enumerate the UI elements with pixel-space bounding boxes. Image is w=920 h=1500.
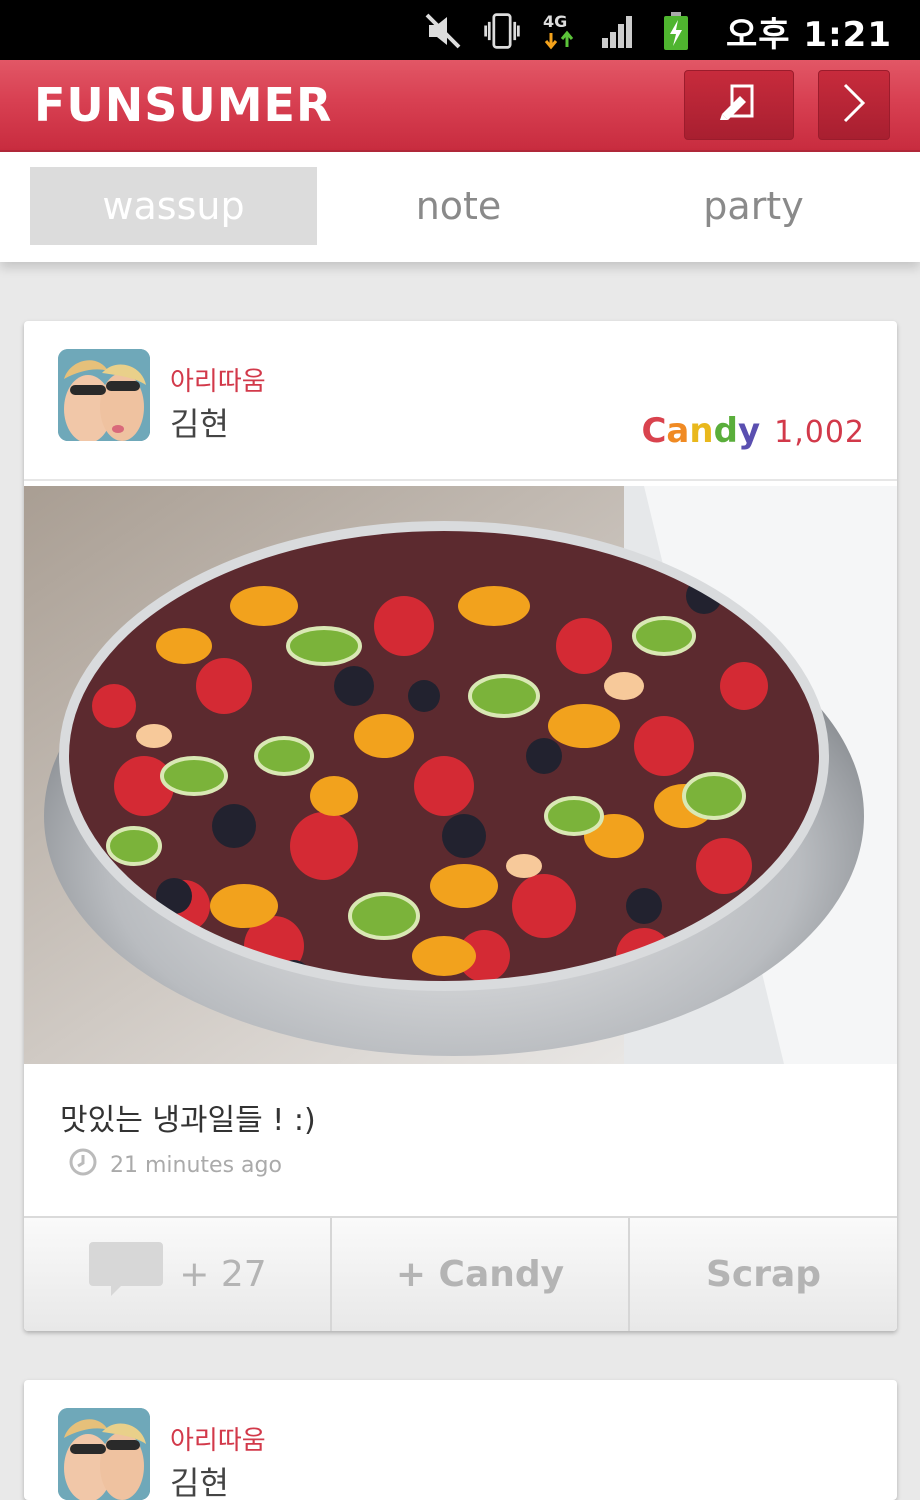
candy-count: 1,002 — [774, 415, 865, 450]
status-bar: 4G 오후 1:21 — [0, 0, 920, 60]
avatar[interactable] — [58, 1408, 150, 1500]
4g-icon: 4G — [540, 11, 580, 51]
chevron-right-icon — [839, 81, 869, 129]
scrap-button[interactable]: Scrap — [630, 1218, 897, 1331]
next-button[interactable] — [818, 70, 890, 140]
post-header: 아리따움 김현 — [24, 1380, 897, 1500]
post-card: 아리따움 김현 — [24, 1380, 897, 1500]
group-name[interactable]: 아리따움 — [170, 1420, 266, 1457]
tab-wassup[interactable]: wassup — [30, 167, 317, 245]
vibrate-icon — [482, 11, 522, 51]
add-candy-button[interactable]: + Candy — [332, 1218, 630, 1331]
svg-text:4G: 4G — [543, 12, 567, 31]
comment-icon — [87, 1240, 165, 1309]
user-name[interactable]: 김현 — [170, 399, 229, 445]
status-time: 오후 1:21 — [726, 14, 892, 55]
signal-icon — [598, 11, 638, 51]
comment-button[interactable]: + 27 — [24, 1218, 332, 1331]
write-button[interactable] — [684, 70, 794, 140]
comment-count: + 27 — [179, 1254, 267, 1295]
mute-icon — [424, 11, 464, 51]
post-header: 아리따움 김현 Candy 1,002 — [24, 321, 897, 481]
clock-icon — [68, 1147, 98, 1183]
candy-score: Candy 1,002 — [641, 411, 865, 451]
post-photo[interactable] — [24, 486, 897, 1064]
post-caption: 맛있는 냉과일들 ! :) — [60, 1103, 316, 1138]
tab-party[interactable]: party — [610, 167, 897, 245]
post-time: 21 minutes ago — [68, 1147, 282, 1183]
group-name[interactable]: 아리따움 — [170, 361, 266, 398]
write-icon — [714, 80, 764, 130]
battery-charging-icon — [656, 11, 696, 51]
user-name[interactable]: 김현 — [170, 1458, 229, 1500]
avatar[interactable] — [58, 349, 150, 441]
app-header: FUNSUMER — [0, 60, 920, 152]
post-card: 아리따움 김현 Candy 1,002 맛있는 냉과일들 !:) 21 min… — [24, 321, 897, 1331]
tab-bar: wassup note party — [0, 152, 920, 262]
tab-note[interactable]: note — [315, 167, 602, 245]
brand-logo: FUNSUMER — [34, 78, 333, 132]
post-actions: + 27 + Candy Scrap — [24, 1216, 897, 1331]
status-icons: 4G 오후 1:21 — [424, 8, 892, 55]
time-ago-text: 21 minutes ago — [110, 1152, 282, 1178]
candy-logo: Candy — [641, 411, 761, 451]
